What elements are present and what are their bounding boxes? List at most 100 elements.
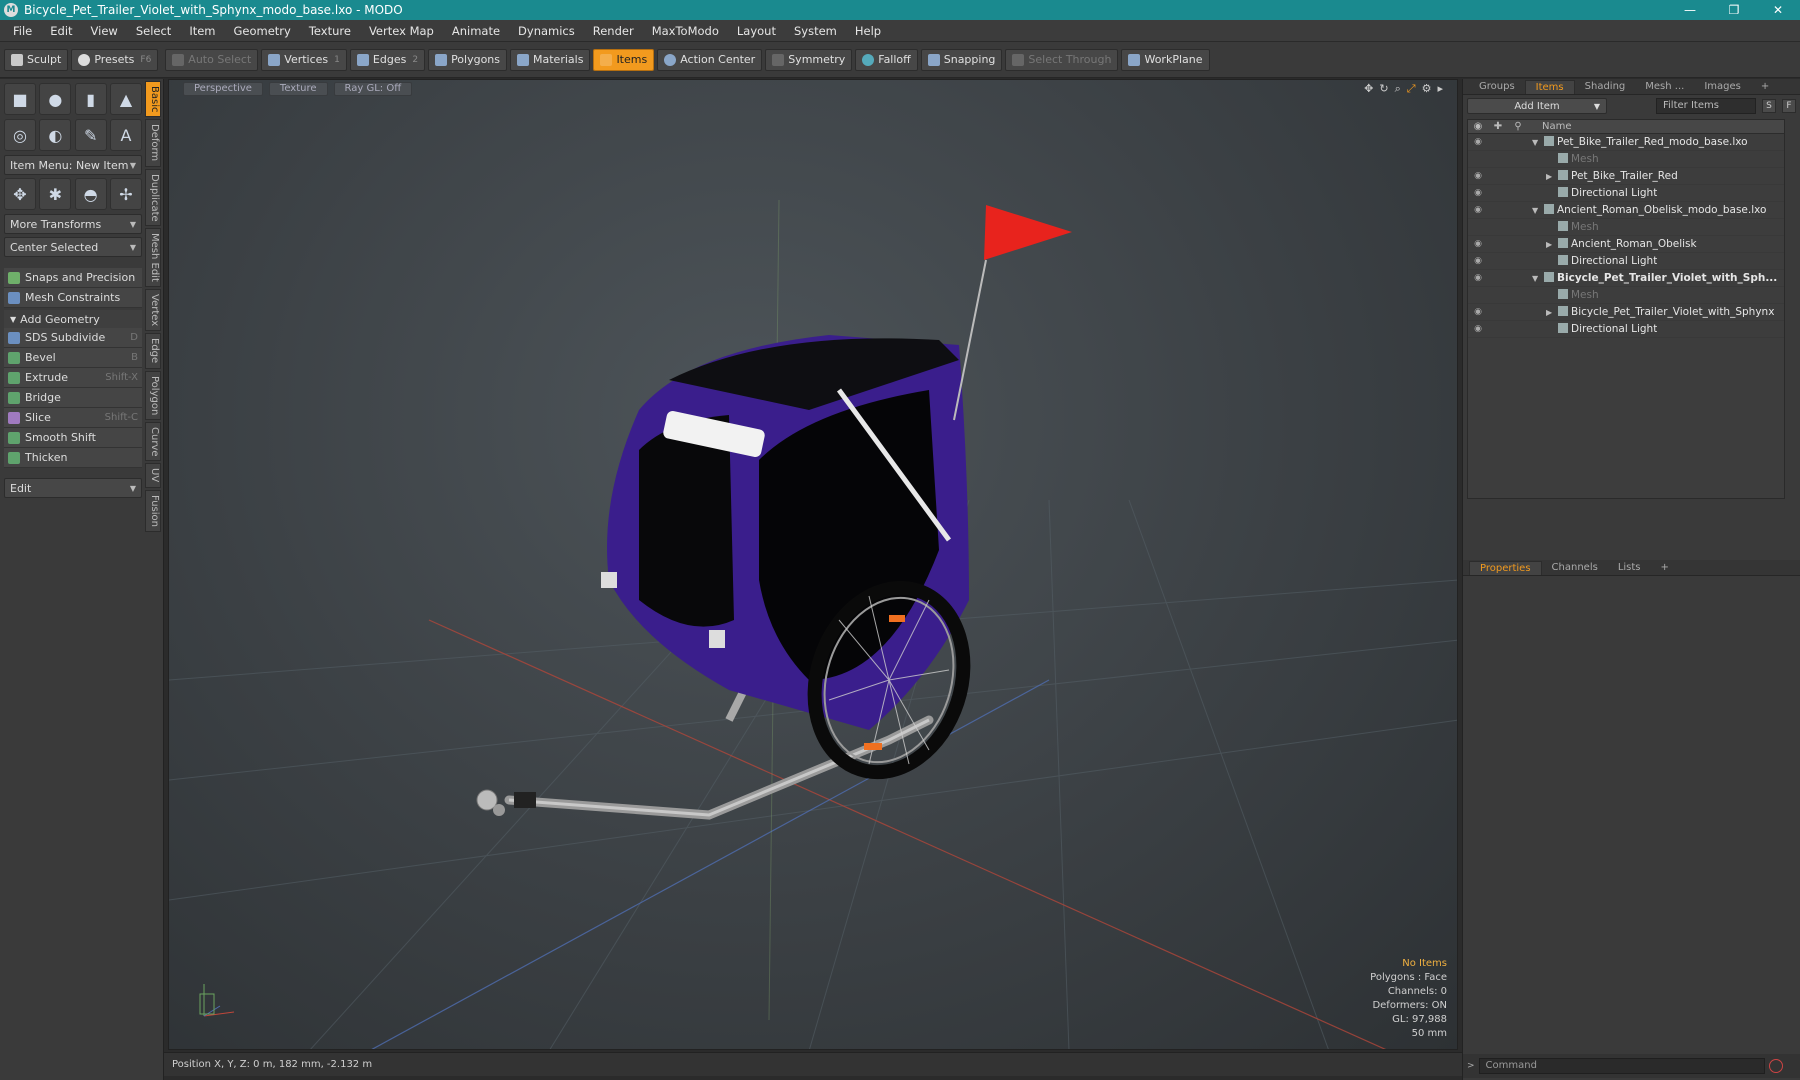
tab-polygon[interactable]: Polygon — [145, 370, 161, 420]
menu-vertex-map[interactable]: Vertex Map — [360, 24, 443, 38]
tab-mesh[interactable]: Mesh ... — [1635, 80, 1694, 94]
polygons-button[interactable]: Polygons — [428, 48, 508, 71]
symmetry-button[interactable]: Symmetry — [765, 48, 853, 71]
slice-tool[interactable]: Slice Shift-C — [4, 408, 142, 428]
thicken-tool[interactable]: Thicken — [4, 448, 142, 468]
item-list-row[interactable]: ◉ ▶ Bicycle_Pet_Trailer_Violet_with_Sphynx — [1468, 304, 1784, 321]
eye-icon[interactable]: ◉ — [1468, 205, 1488, 215]
item-list-row[interactable]: ◉ Directional Light — [1468, 321, 1784, 338]
eye-icon[interactable]: ◉ — [1468, 171, 1488, 181]
minimize-button[interactable]: — — [1668, 0, 1712, 20]
item-list-row[interactable]: ◉ ▼ Ancient_Roman_Obelisk_modo_base.lxo — [1468, 202, 1784, 219]
menu-edit[interactable]: Edit — [41, 24, 81, 38]
fit-icon[interactable]: ⤢ — [1407, 82, 1416, 96]
menu-geometry[interactable]: Geometry — [225, 24, 300, 38]
edges-button[interactable]: Edges 2 — [349, 48, 426, 71]
tab-channels[interactable]: Channels — [1542, 561, 1608, 575]
move-icon[interactable]: ✥ — [4, 178, 36, 210]
menu-file[interactable]: File — [4, 24, 41, 38]
add-item-button[interactable]: Add Item ▼ — [1467, 98, 1607, 114]
edit-dropdown[interactable]: Edit ▼ — [4, 478, 142, 498]
extrude-tool[interactable]: Extrude Shift-X — [4, 368, 142, 388]
center-selected-dropdown[interactable]: Center Selected ▼ — [4, 237, 142, 257]
auto-select-button[interactable]: Auto Select — [165, 48, 259, 71]
render-column-icon[interactable]: ⚲ — [1508, 121, 1528, 132]
expand-arrow-icon[interactable]: ▶ — [1546, 308, 1558, 317]
more-transforms-dropdown[interactable]: More Transforms ▼ — [4, 214, 142, 234]
materials-button[interactable]: Materials — [510, 48, 591, 71]
zoom-icon[interactable]: ⌕ — [1395, 82, 1401, 96]
item-list-row[interactable]: ◉ ▼ Pet_Bike_Trailer_Red_modo_base.lxo — [1468, 134, 1784, 151]
close-button[interactable]: ✕ — [1756, 0, 1800, 20]
tab-deform[interactable]: Deform — [145, 119, 161, 167]
expand-arrow-icon[interactable]: ▼ — [1532, 206, 1544, 215]
tab-basic[interactable]: Basic — [145, 81, 161, 118]
visibility-column-icon[interactable]: ◉ — [1468, 121, 1488, 132]
workplane-button[interactable]: WorkPlane — [1121, 48, 1210, 71]
menu-item[interactable]: Item — [180, 24, 224, 38]
menu-render[interactable]: Render — [584, 24, 643, 38]
item-menu-dropdown[interactable]: Item Menu: New Item ▼ — [4, 155, 142, 175]
menu-help[interactable]: Help — [846, 24, 890, 38]
item-list-row[interactable]: ◉ ▶ Pet_Bike_Trailer_Red — [1468, 168, 1784, 185]
tab-groups[interactable]: Groups — [1469, 80, 1525, 94]
cone-icon[interactable]: ▲ — [109, 83, 142, 115]
tab-perspective[interactable]: Perspective — [183, 82, 263, 96]
tab-curve[interactable]: Curve — [145, 421, 161, 462]
item-list-row[interactable]: ◉ ▶ Ancient_Roman_Obelisk — [1468, 236, 1784, 253]
gear-icon[interactable]: ⚙ — [1422, 82, 1432, 96]
menu-select[interactable]: Select — [127, 24, 180, 38]
expand-arrow-icon[interactable]: ▶ — [1546, 172, 1558, 181]
item-list-row[interactable]: Mesh — [1468, 151, 1784, 168]
snapping-button[interactable]: Snapping — [920, 48, 1003, 71]
tab-lists[interactable]: Lists — [1608, 561, 1651, 575]
tab-fusion[interactable]: Fusion — [145, 489, 161, 532]
tab-vertex[interactable]: Vertex — [145, 289, 161, 332]
maximize-button[interactable]: ❐ — [1712, 0, 1756, 20]
add-tab-button[interactable]: + — [1751, 80, 1779, 94]
menu-maxtomodo[interactable]: MaxToModo — [643, 24, 728, 38]
eye-icon[interactable]: ◉ — [1468, 324, 1488, 334]
vertices-button[interactable]: Vertices 1 — [261, 48, 347, 71]
scale-icon[interactable]: ◓ — [74, 178, 107, 210]
item-list-row[interactable]: ◉ Directional Light — [1468, 253, 1784, 270]
eye-icon[interactable]: ◉ — [1468, 239, 1488, 249]
item-list-row[interactable]: ◉ Directional Light — [1468, 185, 1784, 202]
capsule-icon[interactable]: ◐ — [39, 119, 72, 151]
item-list-row[interactable]: Mesh — [1468, 219, 1784, 236]
eye-icon[interactable]: ◉ — [1468, 273, 1488, 283]
cylinder-icon[interactable]: ▮ — [74, 83, 107, 115]
select-through-button[interactable]: Select Through — [1005, 48, 1119, 71]
filter-f-button[interactable]: F — [1782, 99, 1796, 113]
sculpt-button[interactable]: Sculpt — [4, 48, 69, 71]
tab-edge[interactable]: Edge — [145, 333, 161, 369]
tab-items[interactable]: Items — [1524, 80, 1575, 94]
menu-layout[interactable]: Layout — [728, 24, 785, 38]
eye-icon[interactable]: ◉ — [1468, 307, 1488, 317]
tab-duplicate[interactable]: Duplicate — [145, 168, 161, 227]
pen-icon[interactable]: ✎ — [74, 119, 107, 151]
tab-shading[interactable]: Shading — [1575, 80, 1636, 94]
expand-arrow-icon[interactable]: ▼ — [1532, 274, 1544, 283]
torus-icon[interactable]: ◎ — [4, 119, 36, 151]
tab-raygl[interactable]: Ray GL: Off — [333, 82, 413, 96]
add-props-tab-button[interactable]: + — [1651, 561, 1679, 575]
sds-subdivide-tool[interactable]: SDS Subdivide D — [4, 328, 142, 348]
items-button[interactable]: Items — [593, 48, 655, 71]
pan-icon[interactable]: ✥ — [1364, 82, 1373, 96]
tab-texture[interactable]: Texture — [268, 82, 328, 96]
bridge-tool[interactable]: Bridge — [4, 388, 142, 408]
cube-icon[interactable]: ■ — [4, 83, 36, 115]
3d-viewport[interactable]: Perspective Texture Ray GL: Off ✥ ↻ ⌕ ⤢ … — [168, 79, 1458, 1050]
eye-icon[interactable]: ◉ — [1468, 256, 1488, 266]
bevel-tool[interactable]: Bevel B — [4, 348, 142, 368]
add-geometry-section[interactable]: ▼ Add Geometry — [4, 310, 142, 328]
mesh-constraints-button[interactable]: Mesh Constraints — [4, 288, 142, 308]
menu-texture[interactable]: Texture — [300, 24, 360, 38]
menu-system[interactable]: System — [785, 24, 846, 38]
item-list-row[interactable]: Mesh — [1468, 287, 1784, 304]
chevron-right-icon[interactable]: ▸ — [1437, 82, 1443, 96]
rotate-icon[interactable]: ✱ — [39, 178, 72, 210]
tab-properties[interactable]: Properties — [1469, 561, 1542, 575]
rotate-view-icon[interactable]: ↻ — [1379, 82, 1388, 96]
